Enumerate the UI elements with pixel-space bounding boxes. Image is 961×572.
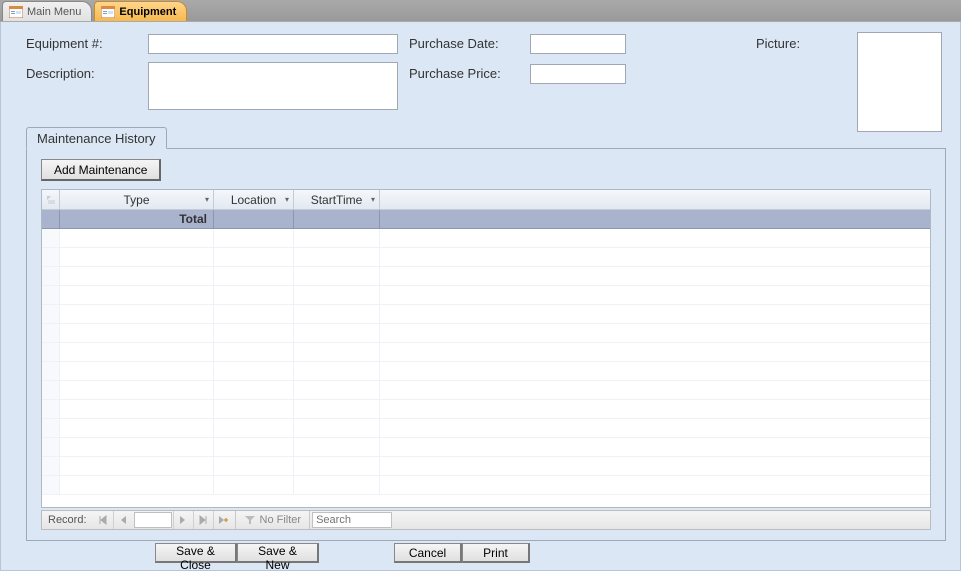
filter-icon bbox=[244, 514, 256, 526]
purchase-date-input[interactable] bbox=[530, 34, 626, 54]
filter-label: No Filter bbox=[260, 514, 302, 526]
grid-total-starttime bbox=[294, 210, 380, 228]
record-position-input[interactable] bbox=[134, 512, 172, 528]
column-header-starttime[interactable]: StartTime ▾ bbox=[294, 190, 380, 209]
window-tabbar: Main Menu Equipment bbox=[0, 0, 961, 22]
nav-next-button[interactable] bbox=[173, 511, 193, 529]
tab-main-menu[interactable]: Main Menu bbox=[2, 1, 92, 21]
subform-panel: Add Maintenance Type ▾ Location ▾ StartT… bbox=[26, 148, 946, 541]
grid-total-selector bbox=[42, 210, 60, 228]
picture-label: Picture: bbox=[756, 36, 800, 51]
print-button[interactable]: Print bbox=[462, 543, 530, 563]
maintenance-grid: Type ▾ Location ▾ StartTime ▾ Total bbox=[41, 189, 931, 508]
column-header-starttime-label: StartTime bbox=[311, 193, 363, 207]
form-icon bbox=[9, 6, 23, 18]
chevron-down-icon: ▾ bbox=[285, 195, 289, 204]
tab-maintenance-history[interactable]: Maintenance History bbox=[26, 127, 167, 149]
purchase-price-input[interactable] bbox=[530, 64, 626, 84]
purchase-date-label: Purchase Date: bbox=[409, 36, 499, 51]
description-label: Description: bbox=[26, 66, 95, 81]
column-header-empty bbox=[380, 190, 930, 209]
column-header-type-label: Type bbox=[123, 193, 149, 207]
save-new-button[interactable]: Save & New bbox=[237, 543, 319, 563]
column-header-type[interactable]: Type ▾ bbox=[60, 190, 214, 209]
column-header-location-label: Location bbox=[231, 193, 276, 207]
tab-equipment-label: Equipment bbox=[119, 6, 176, 18]
nav-last-button[interactable] bbox=[193, 511, 213, 529]
tab-equipment[interactable]: Equipment bbox=[94, 1, 187, 21]
save-close-button[interactable]: Save & Close bbox=[155, 543, 237, 563]
equipment-num-input[interactable] bbox=[148, 34, 398, 54]
picture-box[interactable] bbox=[857, 32, 942, 132]
grid-total-row: Total bbox=[42, 210, 930, 229]
purchase-price-label: Purchase Price: bbox=[409, 66, 501, 81]
chevron-down-icon: ▾ bbox=[371, 195, 375, 204]
record-nav-label: Record: bbox=[42, 514, 93, 526]
grid-total-location bbox=[214, 210, 294, 228]
record-navigator: Record: No Filter bbox=[41, 510, 931, 530]
filter-indicator[interactable]: No Filter bbox=[238, 514, 308, 526]
nav-prev-button[interactable] bbox=[113, 511, 133, 529]
add-maintenance-button[interactable]: Add Maintenance bbox=[41, 159, 161, 181]
grid-select-all[interactable] bbox=[42, 190, 60, 209]
chevron-down-icon: ▾ bbox=[205, 195, 209, 204]
equipment-num-label: Equipment #: bbox=[26, 36, 103, 51]
record-search-input[interactable] bbox=[312, 512, 392, 528]
grid-total-type: Total bbox=[60, 210, 214, 228]
description-input[interactable] bbox=[148, 62, 398, 110]
grid-header: Type ▾ Location ▾ StartTime ▾ bbox=[42, 190, 930, 210]
form-icon bbox=[101, 6, 115, 18]
cancel-button[interactable]: Cancel bbox=[394, 543, 462, 563]
nav-new-button[interactable] bbox=[213, 511, 233, 529]
form-action-buttons: Save & Close Save & New Cancel Print bbox=[1, 542, 960, 564]
top-fields: Equipment #: Description: Purchase Date:… bbox=[26, 32, 950, 127]
column-header-location[interactable]: Location ▾ bbox=[214, 190, 294, 209]
nav-first-button[interactable] bbox=[93, 511, 113, 529]
grid-rows[interactable] bbox=[42, 229, 930, 507]
form-body: Equipment #: Description: Purchase Date:… bbox=[0, 22, 961, 571]
tab-main-menu-label: Main Menu bbox=[27, 6, 81, 18]
